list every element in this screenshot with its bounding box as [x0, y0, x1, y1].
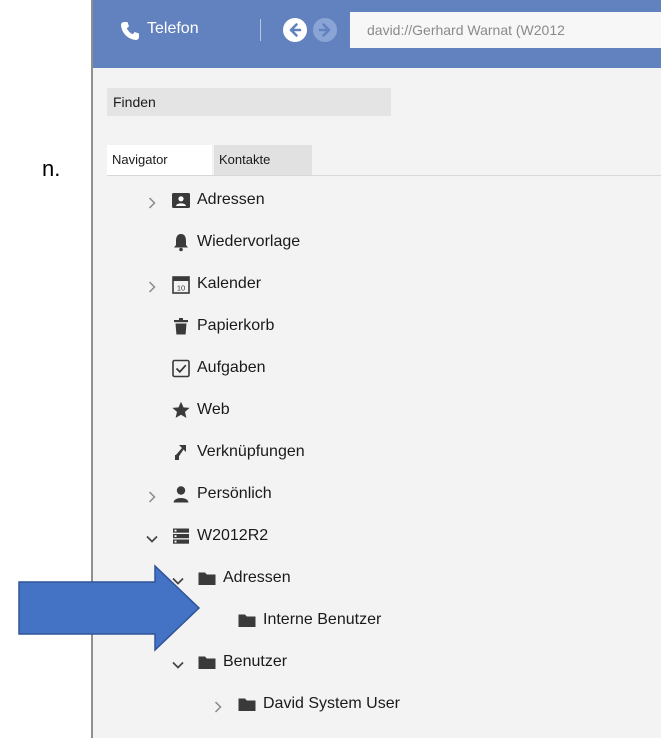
svg-text:10: 10 [177, 284, 185, 293]
checkbox-icon [171, 358, 191, 378]
chevron-right-icon[interactable] [145, 193, 159, 209]
chevron-down-icon[interactable] [171, 655, 185, 669]
address-book-icon [171, 190, 191, 210]
tree-item-label: Kalender [197, 275, 262, 292]
tree-item-label: Aufgaben [197, 359, 266, 376]
tree-item-label: Interne Benutzer [263, 611, 382, 628]
phone-button-label[interactable]: Telefon [147, 20, 199, 38]
tree-item[interactable]: Benutzer [93, 649, 661, 675]
navigator-tree: Adressen Wiedervorlage 10 Kalender Papierkor… [93, 68, 661, 738]
folder-icon [237, 694, 257, 714]
chevron-down-icon[interactable] [171, 571, 185, 585]
title-bar: Telefon david://Gerhard Warnat (W2012 [93, 0, 661, 68]
back-button[interactable] [283, 18, 307, 42]
tree-item[interactable]: Aufgaben [93, 355, 661, 381]
tree-item[interactable]: W2012R2 [93, 523, 661, 549]
navigation-panel: Finden Navigator Kontakte Adressen Wieder… [93, 68, 661, 738]
trash-icon [171, 316, 191, 336]
tree-item[interactable]: Adressen [93, 565, 661, 591]
tree-item-label: Papierkorb [197, 317, 275, 334]
arrow-left-icon [289, 23, 302, 37]
tree-item[interactable]: David System User [93, 691, 661, 717]
toolbar-separator [260, 19, 261, 41]
tree-item[interactable]: Adressen [93, 187, 661, 213]
folder-icon [197, 652, 217, 672]
tree-item[interactable]: Interne Benutzer [93, 607, 661, 633]
calendar-icon: 10 [171, 274, 191, 294]
chevron-right-icon[interactable] [145, 487, 159, 503]
tree-item-label: Wiedervorlage [197, 233, 301, 250]
tree-item[interactable]: Persönlich [93, 481, 661, 507]
forward-button[interactable] [313, 18, 337, 42]
tree-item-label: W2012R2 [197, 527, 269, 544]
tree-item[interactable]: Web [93, 397, 661, 423]
app-window: Telefon david://Gerhard Warnat (W2012 Fi… [93, 0, 661, 738]
tree-item-label: Web [197, 401, 230, 418]
arrow-right-icon [318, 23, 331, 37]
address-bar[interactable]: david://Gerhard Warnat (W2012 [350, 12, 661, 48]
tree-item-label: David System User [263, 695, 400, 712]
tree-item-label: Persönlich [197, 485, 272, 502]
chevron-right-icon[interactable] [145, 277, 159, 293]
star-icon [171, 400, 191, 420]
tree-item[interactable]: Wiedervorlage [93, 229, 661, 255]
tree-item-label: Adressen [223, 569, 291, 586]
background-text-fragment: n. [42, 156, 61, 181]
tree-item[interactable]: Verknüpfungen [93, 439, 661, 465]
person-icon [171, 484, 191, 504]
server-icon [171, 526, 191, 546]
chevron-right-icon[interactable] [211, 697, 225, 713]
folder-icon [237, 610, 257, 630]
toolbar: Telefon david://Gerhard Warnat (W2012 [93, 12, 661, 48]
tree-item-label: Benutzer [223, 653, 288, 670]
tree-item-label: Adressen [197, 191, 265, 208]
chevron-down-icon[interactable] [145, 529, 159, 543]
folder-icon [197, 568, 217, 588]
tree-item[interactable]: Papierkorb [93, 313, 661, 339]
tree-item[interactable]: 10 Kalender [93, 271, 661, 297]
link-icon [171, 442, 191, 462]
phone-icon[interactable] [120, 21, 140, 41]
tree-item-label: Verknüpfungen [197, 443, 305, 460]
bell-icon [171, 232, 191, 252]
